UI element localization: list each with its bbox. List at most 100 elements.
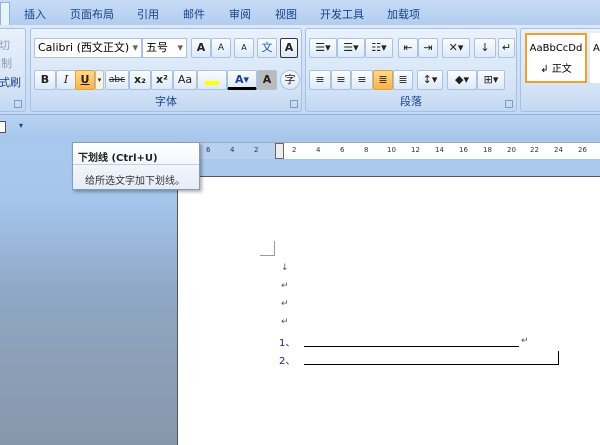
ruler-number: 8 [364, 146, 369, 154]
paragraph-mark: ↵ [281, 299, 289, 309]
shading-button[interactable]: ◆▾ [447, 70, 477, 90]
ruler-margin [200, 143, 279, 159]
font-name-combo[interactable]: Calibri (西文正文) ▾ [34, 38, 142, 58]
font-launcher-icon[interactable] [290, 100, 298, 108]
ruler-number: 18 [483, 146, 492, 154]
tab-review[interactable]: 审阅 [229, 6, 251, 22]
ruler-number: 6 [206, 146, 211, 154]
paragraph-group-label: 段落 [400, 95, 422, 108]
char-shading-button[interactable]: A [257, 70, 277, 90]
char-border-button[interactable]: A [280, 38, 298, 58]
enclose-char-button[interactable]: 字 [280, 70, 300, 90]
style-normal-label: ↲ 正文 [540, 64, 572, 75]
justify-button[interactable]: ≣ [373, 70, 393, 90]
tab-page-layout[interactable]: 页面布局 [70, 6, 114, 22]
paragraph-launcher-icon[interactable] [505, 100, 513, 108]
shrink-font-button[interactable]: A [211, 38, 231, 58]
cut-button[interactable]: 切 [0, 37, 10, 53]
tab-view[interactable]: 视图 [275, 6, 297, 22]
tab-insert[interactable]: 插入 [24, 6, 46, 22]
ruler-number: 16 [459, 146, 468, 154]
chinese-layout-button[interactable]: ✕▾ [442, 38, 470, 58]
underline-tooltip: 下划线 (Ctrl+U) 给所选文字加下划线。 [72, 142, 200, 190]
list-item-number-2: 2、 [279, 356, 296, 367]
highlight-color-button[interactable] [197, 70, 227, 90]
strikethrough-button[interactable]: abc [105, 70, 129, 90]
tab-addins[interactable]: 加载项 [387, 6, 420, 22]
ruler-number: 12 [411, 146, 420, 154]
line-spacing-button[interactable]: ↕▾ [417, 70, 443, 90]
ruler-number: 4 [230, 146, 235, 154]
paragraph-mark: ↵ [281, 281, 289, 291]
italic-button[interactable]: I [56, 70, 76, 90]
ribbon: 切 制 式刷 Calibri (西文正文) ▾ 五号 ▾ A A A 文 A B I… [0, 25, 600, 115]
paragraph-mark: ↵ [521, 336, 529, 346]
ruler-number: 14 [435, 146, 444, 154]
tab-references[interactable]: 引用 [137, 6, 159, 22]
ruler-number: 26 [578, 146, 587, 154]
font-group: Calibri (西文正文) ▾ 五号 ▾ A A A 文 A B I U ▾ ab… [30, 28, 302, 112]
underline-button[interactable]: U [75, 70, 95, 90]
ruler-number: 24 [554, 146, 563, 154]
align-center-button[interactable]: ≡ [331, 70, 351, 90]
font-size-value: 五号 [146, 41, 168, 54]
clipboard-launcher-icon[interactable] [14, 100, 22, 108]
bullets-button[interactable]: ☰▾ [309, 38, 337, 58]
underline-blank-2 [304, 364, 558, 365]
customize-qat-icon[interactable]: ▾ [19, 121, 23, 130]
font-size-combo[interactable]: 五号 ▾ [142, 38, 187, 58]
tab-developer[interactable]: 开发工具 [320, 6, 364, 22]
bold-button[interactable]: B [34, 70, 56, 90]
line-break-mark: ↓ [281, 263, 289, 273]
multilevel-list-button[interactable]: ☷▾ [365, 38, 393, 58]
document-page[interactable]: ↓ ↵ ↵ ↵ 1、 ↵ 2、 [177, 176, 600, 445]
ribbon-tabs: 插入 页面布局 引用 邮件 审阅 视图 开发工具 加载项 [0, 0, 600, 25]
change-case-button[interactable]: Aa [173, 70, 197, 90]
font-name-value: Calibri (西文正文) [38, 41, 130, 54]
align-right-button[interactable]: ≡ [351, 70, 373, 90]
phonetic-guide-button[interactable]: 文 [257, 38, 277, 58]
indent-marker[interactable] [275, 143, 284, 159]
clipboard-group: 切 制 式刷 [0, 28, 26, 112]
ruler-number: 20 [507, 146, 516, 154]
horizontal-ruler[interactable]: 6 4 2 2 4 6 8 10 12 14 16 18 20 22 24 26 [200, 142, 600, 159]
increase-indent-button[interactable]: ⇥ [418, 38, 438, 58]
ruler-number: 22 [530, 146, 539, 154]
show-marks-button[interactable]: ↵ [498, 38, 515, 58]
tooltip-description: 给所选文字加下划线。 [85, 176, 185, 187]
format-painter-button[interactable]: 式刷 [0, 74, 21, 90]
list-item-number-1: 1、 [279, 338, 296, 349]
style-normal-preview: AaBbCcDd [529, 43, 583, 54]
font-group-label: 字体 [155, 95, 177, 108]
tooltip-title: 下划线 (Ctrl+U) [78, 153, 158, 164]
font-color-button[interactable]: A▾ [227, 70, 257, 90]
subscript-button[interactable]: x₂ [129, 70, 151, 90]
align-left-button[interactable]: ≡ [309, 70, 331, 90]
styles-group: AaBbCcDd ↲ 正文 A [520, 28, 600, 112]
underline-dropdown[interactable]: ▾ [95, 70, 104, 90]
superscript-button[interactable]: x² [151, 70, 173, 90]
ruler-number: 10 [387, 146, 396, 154]
underline-blank-1 [304, 346, 519, 347]
distributed-button[interactable]: ≣ [393, 70, 413, 90]
tab-start[interactable] [0, 2, 10, 25]
decrease-indent-button[interactable]: ⇤ [398, 38, 418, 58]
ruler-number: 2 [254, 146, 259, 154]
copy-button[interactable]: 制 [1, 55, 12, 71]
ruler-number: 6 [340, 146, 345, 154]
numbering-button[interactable]: ☰▾ [337, 38, 365, 58]
text-cursor [558, 351, 559, 365]
quick-access-toolbar: ▾ [0, 115, 600, 141]
borders-button[interactable]: ⊞▾ [477, 70, 505, 90]
tab-mailings[interactable]: 邮件 [183, 6, 205, 22]
clear-format-button[interactable]: A [234, 38, 254, 58]
sort-button[interactable]: ↓ [474, 38, 496, 58]
style-normal[interactable]: AaBbCcDd ↲ 正文 [525, 33, 587, 83]
grow-font-button[interactable]: A [191, 38, 211, 58]
highlight-pen-icon [205, 81, 219, 85]
paragraph-group: ☰▾ ☰▾ ☷▾ ⇤ ⇥ ✕▾ ↓ ↵ ≡ ≡ ≡ ≣ ≣ ↕▾ ◆▾ ⊞▾ 段… [305, 28, 517, 112]
ruler-number: 4 [316, 146, 321, 154]
ruler-number: 2 [292, 146, 297, 154]
new-document-icon[interactable] [0, 121, 6, 133]
style-next[interactable]: A [590, 33, 600, 83]
